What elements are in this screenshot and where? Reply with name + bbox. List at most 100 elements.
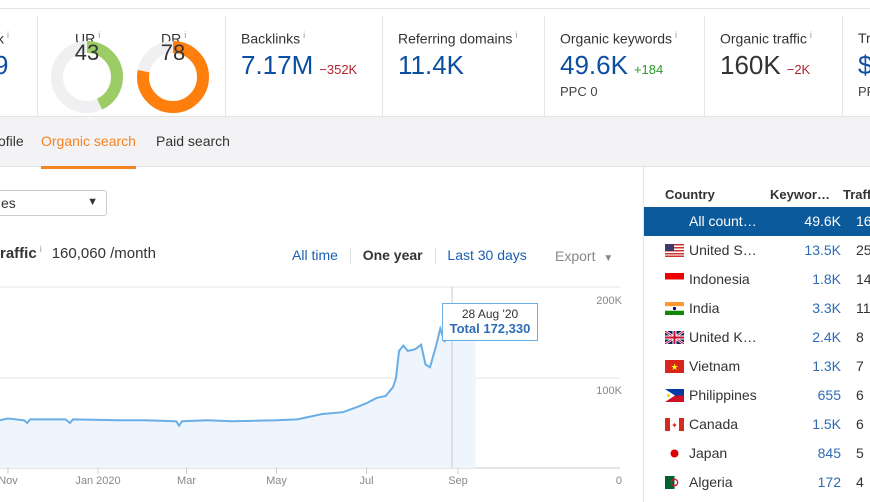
table-row[interactable]: Philippines 655 6 [644, 381, 870, 410]
y-tick-label: 100K [596, 385, 622, 397]
info-icon[interactable]: i [184, 30, 186, 40]
tooltip-total: Total 172,330 [449, 321, 531, 336]
tab-paid-search[interactable]: Paid search [156, 133, 230, 149]
metric-referring-domains: Referring domains i 11.4K [383, 16, 545, 124]
keywords-value[interactable]: 1.5K [812, 416, 841, 432]
metric-sub: PF [858, 84, 870, 99]
info-icon[interactable]: i [515, 30, 517, 40]
table-row[interactable]: United S… 13.5K 25 [644, 236, 870, 265]
x-tick-label: May [266, 475, 287, 487]
keywords-value[interactable]: 655 [818, 387, 841, 403]
keywords-value[interactable]: 1.3K [812, 358, 841, 374]
filter-value: es [1, 195, 16, 211]
metric-value[interactable]: 11.4K [398, 50, 464, 81]
flag-jp-icon [670, 449, 679, 458]
metric-label: Organic traffic i [720, 30, 812, 47]
x-tick-label: Jul [359, 475, 373, 487]
table-row[interactable]: Indonesia 1.8K 14 [644, 265, 870, 294]
range-last-30-days[interactable]: Last 30 days [447, 247, 526, 263]
metric-label: Backlinks i [241, 30, 306, 47]
traffic-value: 4 [856, 474, 864, 490]
filter-dropdown[interactable]: es ▼ [0, 190, 107, 216]
column-header-country[interactable]: Country [665, 187, 715, 202]
keywords-value[interactable]: 172 [818, 474, 841, 490]
x-tick-label: Nov [0, 475, 18, 487]
metric-value: 9 [0, 50, 8, 81]
traffic-value: 14 [856, 271, 870, 287]
traffic-value: 5 [856, 445, 864, 461]
table-row[interactable]: Japan 845 5 [644, 439, 870, 468]
metric-partial-right: Tr $ PF [843, 16, 870, 124]
chevron-down-icon: ▼ [603, 253, 614, 264]
table-row[interactable]: Algeria 172 4 [644, 468, 870, 497]
keywords-value[interactable]: 2.4K [812, 329, 841, 345]
country-name[interactable]: Indonesia [689, 271, 750, 287]
flag-ph-icon [665, 389, 684, 402]
keywords-value[interactable]: 49.6K [804, 213, 841, 229]
metric-sub: PPC 0 [560, 84, 598, 99]
metric-value: $ [858, 50, 870, 80]
country-name[interactable]: Canada [689, 416, 738, 432]
keywords-value[interactable]: 845 [818, 445, 841, 461]
range-all-time[interactable]: All time [292, 247, 338, 263]
country-name[interactable]: Algeria [689, 474, 733, 490]
range-one-year[interactable]: One year [363, 247, 423, 263]
metrics-strip: ki 9 URi 43 DRi 78 Backlinksi 7.17M−352K… [0, 0, 870, 124]
tab-organic-search[interactable]: Organic search [41, 133, 136, 169]
country-name[interactable]: United S… [689, 242, 757, 258]
svg-text:★: ★ [670, 362, 678, 372]
flag-us-icon [665, 244, 684, 257]
info-icon[interactable]: i [7, 30, 9, 40]
info-icon[interactable]: i [40, 244, 42, 254]
tab-bar: ofile Organic search Paid search [0, 116, 870, 169]
metric-label: ki [0, 30, 9, 47]
metric-value[interactable]: 7.17M −352K [241, 50, 357, 81]
metric-label: Tr [858, 30, 870, 46]
traffic-value: 8 [856, 329, 864, 345]
keywords-value[interactable]: 1.8K [812, 271, 841, 287]
flag-id-icon [665, 273, 684, 286]
chart-tooltip: 28 Aug '20 Total 172,330 [442, 303, 538, 341]
metric-delta: −2K [786, 62, 811, 77]
country-name[interactable]: Japan [689, 445, 727, 461]
country-name[interactable]: United K… [689, 329, 757, 345]
metric-partial-left: ki 9 [0, 16, 38, 124]
x-tick-label: Sep [448, 475, 468, 487]
country-name[interactable]: India [689, 300, 719, 316]
table-row[interactable]: India 3.3K 11 [644, 294, 870, 323]
info-icon[interactable]: i [98, 30, 100, 40]
column-header-keywords[interactable]: Keywor… [770, 187, 830, 202]
range-selector: All time One year Last 30 days [292, 247, 527, 265]
country-name[interactable]: All count… [689, 213, 757, 229]
chart-total: 160,060 /month [51, 245, 156, 262]
metric-value: 160K −2K [720, 50, 811, 80]
table-row[interactable]: All count… 49.6K 16 [644, 207, 870, 236]
traffic-value: 6 [856, 416, 864, 432]
keywords-value[interactable]: 13.5K [804, 242, 841, 258]
traffic-chart[interactable]: Nov Jan 2020 Mar May Jul Sep 0 100K 200K [0, 280, 640, 502]
metric-label: Organic keywords i [560, 30, 678, 47]
tab-backlink-profile[interactable]: ofile [0, 133, 24, 149]
metric-value[interactable]: 49.6K +184 [560, 50, 663, 81]
table-row[interactable]: ★ Vietnam 1.3K 7 [644, 352, 870, 381]
area-fill [0, 312, 476, 468]
country-name[interactable]: Vietnam [689, 358, 740, 374]
ur-value: 43 [74, 40, 100, 65]
chart-title: raffic i 160,060 /month [0, 244, 156, 262]
info-icon[interactable]: i [675, 30, 677, 40]
flag-dz-icon [665, 476, 684, 489]
metric-delta: +184 [633, 62, 664, 77]
traffic-value: 11 [856, 300, 870, 316]
column-header-traffic[interactable]: Traff [843, 187, 870, 202]
country-name[interactable]: Philippines [689, 387, 757, 403]
flag-vn-icon: ★ [665, 360, 684, 373]
info-icon[interactable]: i [303, 30, 305, 40]
metric-backlinks: Backlinks i 7.17M −352K [226, 16, 383, 124]
info-icon[interactable]: i [810, 30, 812, 40]
metric-organic-traffic: Organic traffic i 160K −2K [705, 16, 843, 124]
table-row[interactable]: United K… 2.4K 8 [644, 323, 870, 352]
table-row[interactable]: ✦ Canada 1.5K 6 [644, 410, 870, 439]
keywords-value[interactable]: 3.3K [812, 300, 841, 316]
export-button[interactable]: Export ▼ [555, 248, 613, 264]
metric-delta: −352K [319, 62, 358, 77]
